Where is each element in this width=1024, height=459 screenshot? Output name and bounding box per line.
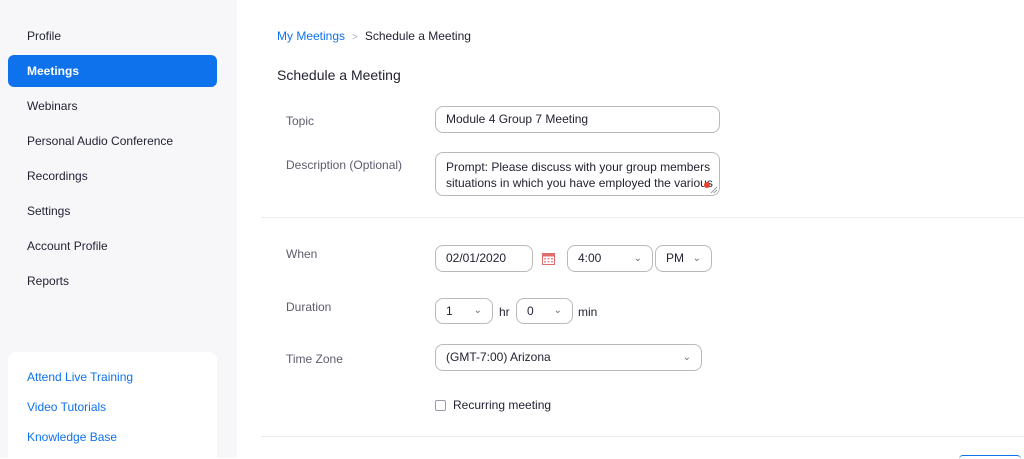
when-label: When — [286, 247, 318, 261]
breadcrumb-my-meetings-link[interactable]: My Meetings — [277, 29, 345, 43]
sidebar-item-webinars[interactable]: Webinars — [8, 90, 217, 122]
help-links-panel: Attend Live Training Video Tutorials Kno… — [8, 352, 217, 458]
knowledge-base-link[interactable]: Knowledge Base — [27, 430, 117, 444]
ampm-select[interactable]: PM ⌄ — [655, 245, 712, 272]
main-content: My Meetings > Schedule a Meeting Schedule … — [237, 0, 1024, 458]
chevron-down-icon: ⌄ — [633, 253, 642, 264]
hours-unit-label: hr — [499, 305, 510, 319]
duration-hours-select[interactable]: 1 ⌄ — [435, 298, 493, 324]
duration-hours-value: 1 — [446, 304, 453, 318]
chevron-down-icon: ⌄ — [692, 253, 701, 264]
date-input[interactable]: 02/01/2020 — [435, 245, 533, 272]
duration-minutes-value: 0 — [527, 304, 534, 318]
description-textarea[interactable]: Prompt: Please discuss with your group m… — [435, 152, 720, 196]
page-title: Schedule a Meeting — [277, 67, 401, 83]
duration-minutes-select[interactable]: 0 ⌄ — [516, 298, 573, 324]
description-label: Description (Optional) — [286, 158, 403, 172]
calendar-icon[interactable] — [542, 252, 555, 265]
attend-live-training-link[interactable]: Attend Live Training — [27, 370, 133, 384]
section-divider-bottom — [261, 436, 1024, 437]
timezone-label: Time Zone — [286, 352, 343, 366]
description-line-2: situations in which you have employed th… — [446, 176, 713, 190]
recurring-meeting-checkbox[interactable] — [435, 400, 446, 411]
minutes-unit-label: min — [578, 305, 598, 319]
sidebar: Profile Meetings Webinars Personal Audio… — [0, 0, 237, 458]
topic-input[interactable]: Module 4 Group 7 Meeting — [435, 106, 720, 133]
time-select[interactable]: 4:00 ⌄ — [567, 245, 653, 272]
breadcrumb: My Meetings > Schedule a Meeting — [277, 29, 471, 43]
sidebar-item-meetings[interactable]: Meetings — [8, 55, 217, 87]
resize-grip-icon[interactable] — [710, 186, 717, 193]
sidebar-item-account-profile[interactable]: Account Profile — [8, 230, 217, 262]
sidebar-item-settings[interactable]: Settings — [8, 195, 217, 227]
chevron-down-icon: ⌄ — [553, 305, 562, 316]
video-tutorials-link[interactable]: Video Tutorials — [27, 400, 106, 414]
sidebar-item-profile[interactable]: Profile — [8, 20, 217, 52]
time-value: 4:00 — [578, 251, 602, 265]
section-divider — [261, 217, 1024, 218]
timezone-select[interactable]: (GMT-7:00) Arizona ⌄ — [435, 344, 702, 371]
chevron-down-icon: ⌄ — [473, 305, 482, 316]
sidebar-item-recordings[interactable]: Recordings — [8, 160, 217, 192]
sidebar-item-reports[interactable]: Reports — [8, 265, 217, 297]
duration-label: Duration — [286, 300, 332, 314]
save-button-edge[interactable] — [959, 455, 1021, 459]
sidebar-item-personal-audio-conference[interactable]: Personal Audio Conference — [8, 125, 217, 157]
topic-label: Topic — [286, 114, 315, 128]
description-line-1: Prompt: Please discuss with your group m… — [446, 160, 711, 174]
breadcrumb-separator: > — [352, 32, 358, 43]
ampm-value: PM — [666, 251, 684, 265]
breadcrumb-current: Schedule a Meeting — [364, 29, 471, 43]
timezone-value: (GMT-7:00) Arizona — [446, 350, 551, 364]
recurring-meeting-label[interactable]: Recurring meeting — [453, 398, 551, 412]
chevron-down-icon: ⌄ — [682, 352, 691, 363]
